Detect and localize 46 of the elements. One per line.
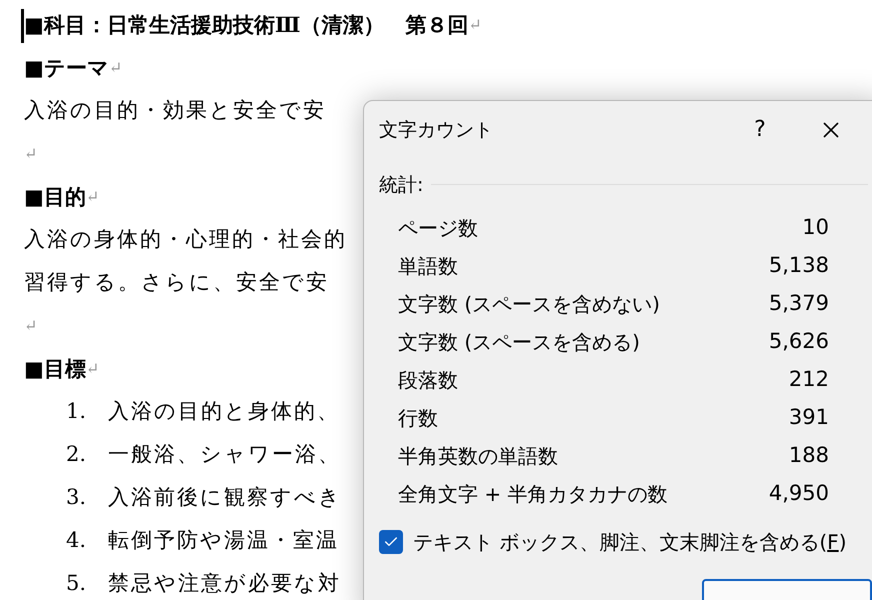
stat-value: 10 [802, 214, 829, 242]
stat-label: 単語数 [398, 253, 458, 280]
stat-label: 段落数 [398, 367, 458, 394]
document-title: ■科目：日常生活援助技術Ⅲ（清潔） 第８回 [24, 10, 468, 39]
checkbox[interactable] [379, 530, 403, 554]
list-number: 5. [66, 570, 88, 597]
paragraph-mark: ↵ [24, 314, 38, 336]
section-label: 統計: [379, 172, 424, 198]
text-cursor [21, 9, 24, 43]
section-heading: ■目的 [24, 182, 86, 211]
list-item-text: 禁忌や注意が必要な対 [108, 570, 341, 597]
paragraph-mark: ↵ [86, 186, 100, 208]
section-heading: ■テーマ [24, 54, 109, 82]
list-number: 1. [66, 398, 88, 425]
list-item-text: 転倒予防や湯温・室温 [108, 526, 339, 554]
list-item-text: 入浴の目的と身体的、 [108, 398, 340, 425]
stat-value: 5,138 [768, 252, 829, 280]
list-number: 3. [66, 484, 88, 511]
stat-value: 212 [788, 366, 829, 394]
list-item-text: 入浴前後に観察すべき [108, 484, 342, 511]
stat-value: 4,950 [768, 480, 829, 508]
stat-value: 391 [788, 404, 829, 432]
help-button[interactable]: ? [740, 113, 780, 146]
body-text: 入浴の目的・効果と安全で安 [24, 96, 326, 124]
stat-label: 行数 [398, 405, 438, 432]
body-text: 習得する。さらに、安全で安 [24, 268, 329, 296]
stat-label: 文字数 (スペースを含めない) [398, 291, 660, 318]
stat-value: 5,626 [768, 328, 829, 356]
list-number: 4. [66, 526, 88, 554]
stat-value: 5,379 [768, 290, 829, 318]
checkbox-label: テキスト ボックス、脚注、文末脚注を含める(F) [413, 529, 846, 556]
paragraph-mark: ↵ [86, 358, 100, 378]
body-text: 入浴の身体的・心理的・社会的 [24, 226, 347, 253]
include-textboxes-checkbox[interactable]: テキスト ボックス、脚注、文末脚注を含める(F) [364, 527, 872, 557]
paragraph-mark: ↵ [24, 142, 38, 164]
dialog-title: 文字カウント [379, 118, 494, 142]
stat-label: 全角文字 + 半角カタカナの数 [398, 481, 668, 508]
list-item-text: 一般浴、シャワー浴、 [108, 440, 341, 468]
stat-label: 文字数 (スペースを含める) [398, 329, 640, 356]
stat-label: ページ数 [398, 215, 478, 242]
list-number: 2. [66, 440, 88, 468]
stat-value: 188 [788, 442, 829, 470]
stat-label: 半角英数の単語数 [398, 443, 558, 470]
paragraph-mark: ↵ [108, 56, 122, 78]
section-heading: ■目標 [24, 354, 86, 383]
paragraph-mark: ↵ [468, 14, 482, 36]
